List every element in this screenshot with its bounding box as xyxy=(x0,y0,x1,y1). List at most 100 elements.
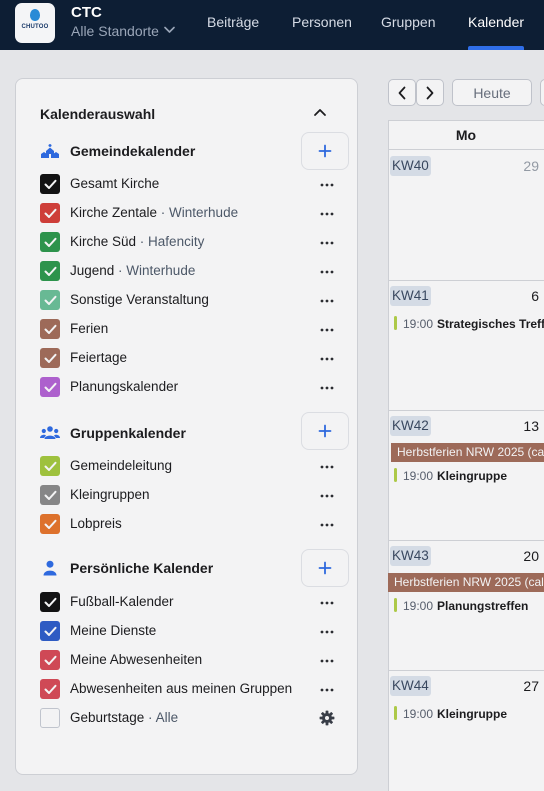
day-number[interactable]: 6 xyxy=(531,288,539,304)
calendar-row[interactable]: Kirche Süd · Hafencity xyxy=(40,231,340,253)
check-icon xyxy=(44,208,56,218)
calendar-checkbox[interactable] xyxy=(40,621,60,641)
app-logo[interactable]: CHUTOO xyxy=(15,3,55,43)
calendar-checkbox[interactable] xyxy=(40,485,60,505)
today-button[interactable]: Heute xyxy=(452,79,532,106)
calendar-row[interactable]: Meine Abwesenheiten xyxy=(40,649,340,671)
calendar-checkbox[interactable] xyxy=(40,679,60,699)
calendar-row[interactable]: Planungskalender xyxy=(40,376,340,398)
more-options-icon[interactable] xyxy=(320,357,334,361)
calendar-row[interactable]: Ferien xyxy=(40,318,340,340)
calendar-checkbox[interactable] xyxy=(40,650,60,670)
calendar-week-label: KW40 xyxy=(390,156,431,176)
calendar-checkbox[interactable] xyxy=(40,174,60,194)
calendar-row[interactable]: Lobpreis xyxy=(40,513,340,535)
chevron-down-icon[interactable] xyxy=(164,26,175,34)
calendar-event[interactable]: 19:00 Planungstreffen xyxy=(394,597,544,615)
event-color-bar xyxy=(394,316,397,330)
calendar-row[interactable]: Sonstige Veranstaltung xyxy=(40,289,340,311)
day-number[interactable]: 27 xyxy=(523,678,539,694)
calendar-row[interactable]: Abwesenheiten aus meinen Gruppen xyxy=(40,678,340,700)
more-options-icon[interactable] xyxy=(320,688,334,692)
more-options-icon[interactable] xyxy=(320,183,334,187)
calendar-event[interactable]: 19:00 Kleingruppe xyxy=(394,467,544,485)
more-options-icon[interactable] xyxy=(320,241,334,245)
nav-beitraege[interactable]: Beiträge xyxy=(207,14,259,30)
more-options-icon[interactable] xyxy=(320,630,334,634)
week-separator xyxy=(388,280,544,281)
nav-kalender[interactable]: Kalender xyxy=(468,14,524,30)
add-gruppenkalender-button[interactable] xyxy=(301,412,349,450)
event-color-bar xyxy=(394,706,397,720)
location-selector[interactable]: Alle Standorte xyxy=(71,23,159,39)
view-selector-button[interactable] xyxy=(540,79,544,106)
add-persoenlicher-kalender-button[interactable] xyxy=(301,549,349,587)
calendar-name: Feiertage xyxy=(70,350,128,365)
previous-button[interactable] xyxy=(388,79,416,106)
event-color-bar xyxy=(394,598,397,612)
calendar-row[interactable]: Kirche Zentale · Winterhude xyxy=(40,202,340,224)
calendar-checkbox[interactable] xyxy=(40,261,60,281)
calendar-name: Kirche Süd · Hafencity xyxy=(70,234,205,249)
calendar-row[interactable]: Geburtstage · Alle xyxy=(40,707,340,729)
plus-icon xyxy=(318,561,332,575)
calendar-checkbox[interactable] xyxy=(40,290,60,310)
calendar-event[interactable]: 19:00Strategisches Treffen xyxy=(394,315,544,333)
more-options-icon[interactable] xyxy=(320,494,334,498)
calendar-row[interactable]: Kleingruppen xyxy=(40,484,340,506)
chevron-up-icon[interactable] xyxy=(310,105,330,121)
section-title-gemeindekalender: Gemeindekalender xyxy=(70,143,196,159)
logo-text: CHUTOO xyxy=(21,24,49,30)
nav-gruppen[interactable]: Gruppen xyxy=(381,14,435,30)
next-button[interactable] xyxy=(416,79,444,106)
calendar-name: Geburtstage · Alle xyxy=(70,710,179,725)
check-icon xyxy=(44,519,56,529)
more-options-icon[interactable] xyxy=(320,523,334,527)
calendar-checkbox[interactable] xyxy=(40,456,60,476)
calendar-checkbox[interactable] xyxy=(40,203,60,223)
calendar-checkbox[interactable] xyxy=(40,319,60,339)
calendar-row[interactable]: Gesamt Kirche xyxy=(40,173,340,195)
calendar-row[interactable]: Gemeindeleitung xyxy=(40,455,340,477)
add-gemeindekalender-button[interactable] xyxy=(301,132,349,170)
more-options-icon[interactable] xyxy=(320,386,334,390)
holiday-banner[interactable]: Herbstferien NRW 2025 (calculated) xyxy=(388,573,544,592)
event-title: Kleingruppe xyxy=(437,707,508,721)
calendar-checkbox[interactable] xyxy=(40,377,60,397)
chevron-right-icon xyxy=(426,86,434,99)
holiday-banner[interactable]: Herbstferien NRW 2025 (calculated) xyxy=(391,443,544,462)
calendar-checkbox[interactable] xyxy=(40,708,60,728)
nav-personen[interactable]: Personen xyxy=(292,14,352,30)
group-icon xyxy=(40,426,60,439)
calendar-row[interactable]: Feiertage xyxy=(40,347,340,369)
day-number[interactable]: 13 xyxy=(523,418,539,434)
day-number[interactable]: 29 xyxy=(523,158,539,174)
more-options-icon[interactable] xyxy=(320,270,334,274)
panel-title: Kalenderauswahl xyxy=(40,106,156,122)
calendar-checkbox[interactable] xyxy=(40,232,60,252)
calendar-row[interactable]: Fußball-Kalender xyxy=(40,591,340,613)
calendar-week-label: KW42 xyxy=(390,416,431,436)
more-options-icon[interactable] xyxy=(320,328,334,332)
calendar-name: Jugend · Winterhude xyxy=(70,263,196,278)
calendar-checkbox[interactable] xyxy=(40,514,60,534)
organization-name: CTC xyxy=(71,4,102,21)
calendar-name: Sonstige Veranstaltung xyxy=(70,292,209,307)
more-options-icon[interactable] xyxy=(320,212,334,216)
calendar-checkbox[interactable] xyxy=(40,592,60,612)
more-options-icon[interactable] xyxy=(320,299,334,303)
calendar-row[interactable]: Jugend · Winterhude xyxy=(40,260,340,282)
calendar-checkbox[interactable] xyxy=(40,348,60,368)
more-options-icon[interactable] xyxy=(320,465,334,469)
more-options-icon[interactable] xyxy=(320,601,334,605)
event-title: Kleingruppe xyxy=(437,469,508,483)
calendar-event[interactable]: 19:00 Kleingruppe xyxy=(394,705,544,723)
calendar-name: Planungskalender xyxy=(70,379,179,394)
check-icon xyxy=(44,266,56,276)
gear-icon[interactable] xyxy=(319,710,335,726)
calendar-row[interactable]: Meine Dienste xyxy=(40,620,340,642)
check-icon xyxy=(44,324,56,334)
week-separator xyxy=(388,410,544,411)
day-number[interactable]: 20 xyxy=(523,548,539,564)
more-options-icon[interactable] xyxy=(320,659,334,663)
